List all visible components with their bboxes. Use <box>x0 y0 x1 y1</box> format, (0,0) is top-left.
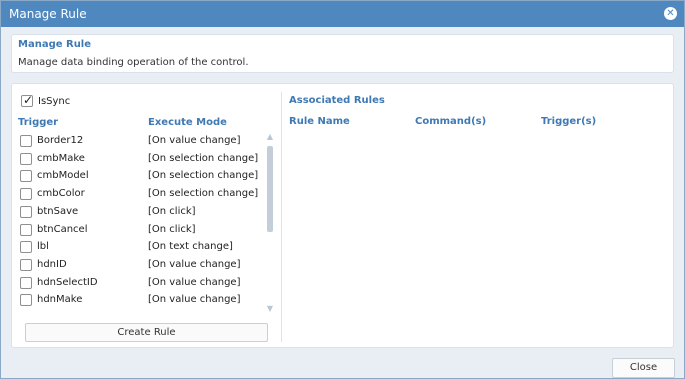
header-title: Manage Rule <box>18 39 92 50</box>
issync-checkbox-row[interactable]: IsSync <box>21 93 71 108</box>
execute-mode: [On value change] <box>148 258 241 270</box>
close-button[interactable]: Close <box>612 358 675 378</box>
list-item[interactable]: lbl [On text change] <box>18 238 268 256</box>
associated-rules-title: Associated Rules <box>289 95 385 106</box>
row-checkbox[interactable] <box>20 241 32 254</box>
trigger-name: Border12 <box>37 135 84 146</box>
list-item[interactable]: btnSave [On click] <box>18 203 268 221</box>
commands-column-header: Command(s) <box>415 116 487 127</box>
execute-mode: [On selection change] <box>148 188 259 200</box>
row-checkbox[interactable] <box>20 223 32 236</box>
trigger-column-header: Trigger <box>18 117 59 128</box>
list-item[interactable]: cmbColor [On selection change] <box>18 185 268 203</box>
trigger-name: cmbModel <box>37 170 89 182</box>
row-checkbox[interactable] <box>20 135 32 147</box>
trigger-name: cmbColor <box>37 188 85 200</box>
execute-mode: [On value change] <box>148 276 241 288</box>
create-rule-button[interactable]: Create Rule <box>25 323 268 342</box>
list-item[interactable]: hdnSelectID [On value change] <box>18 274 268 292</box>
list-item[interactable]: hdnID [On value change] <box>18 256 268 274</box>
triggers-column-header: Trigger(s) <box>541 116 597 127</box>
execute-mode: [On selection change] <box>148 152 259 164</box>
execute-mode: [On value change] <box>148 135 241 146</box>
trigger-name: hdnMake <box>37 294 83 306</box>
trigger-name: btnSave <box>37 205 79 217</box>
trigger-name: hdnSelectID <box>37 276 98 288</box>
trigger-list: Border12 [On value change] cmbMake [On s… <box>18 132 268 318</box>
close-icon[interactable]: ✕ <box>664 7 677 20</box>
scroll-thumb[interactable] <box>267 146 273 232</box>
list-item[interactable]: hdnMake [On value change] <box>18 291 268 309</box>
rule-name-column-header: Rule Name <box>289 116 350 127</box>
manage-rule-dialog: Manage Rule ✕ Manage Rule Manage data bi… <box>0 0 685 379</box>
list-item[interactable]: btnCancel [On click] <box>18 221 268 239</box>
execute-mode: [On click] <box>148 205 196 217</box>
list-item[interactable]: Border12 [On value change] <box>18 132 268 150</box>
main-panel: IsSync Trigger Execute Mode Border12 [On… <box>11 83 674 348</box>
list-item[interactable]: cmbModel [On selection change] <box>18 167 268 185</box>
trigger-name: lbl <box>37 241 49 253</box>
title-bar: Manage Rule ✕ <box>1 1 684 27</box>
execute-mode-column-header: Execute Mode <box>148 117 227 128</box>
window-title: Manage Rule <box>9 7 87 21</box>
row-checkbox[interactable] <box>20 170 32 183</box>
list-item[interactable]: cmbMake [On selection change] <box>18 150 268 168</box>
row-checkbox[interactable] <box>20 188 32 201</box>
row-checkbox[interactable] <box>20 294 32 307</box>
trigger-name: cmbMake <box>37 152 85 164</box>
scroll-down-icon[interactable]: ▼ <box>265 304 275 314</box>
execute-mode: [On click] <box>148 223 196 235</box>
issync-checkbox[interactable] <box>21 93 33 107</box>
row-checkbox[interactable] <box>20 276 32 289</box>
trigger-name: btnCancel <box>37 223 88 235</box>
row-checkbox[interactable] <box>20 258 32 271</box>
execute-mode: [On selection change] <box>148 170 259 182</box>
execute-mode: [On value change] <box>148 294 241 306</box>
panel-divider <box>281 92 282 342</box>
row-checkbox[interactable] <box>20 205 32 218</box>
trigger-list-scrollbar[interactable]: ▲ ▼ <box>265 132 275 314</box>
scroll-up-icon[interactable]: ▲ <box>265 132 275 142</box>
header-panel: Manage Rule Manage data binding operatio… <box>11 34 674 73</box>
trigger-name: hdnID <box>37 258 67 270</box>
header-description: Manage data binding operation of the con… <box>18 57 249 68</box>
execute-mode: [On text change] <box>148 241 233 253</box>
row-checkbox[interactable] <box>20 152 32 165</box>
issync-label: IsSync <box>38 95 71 107</box>
